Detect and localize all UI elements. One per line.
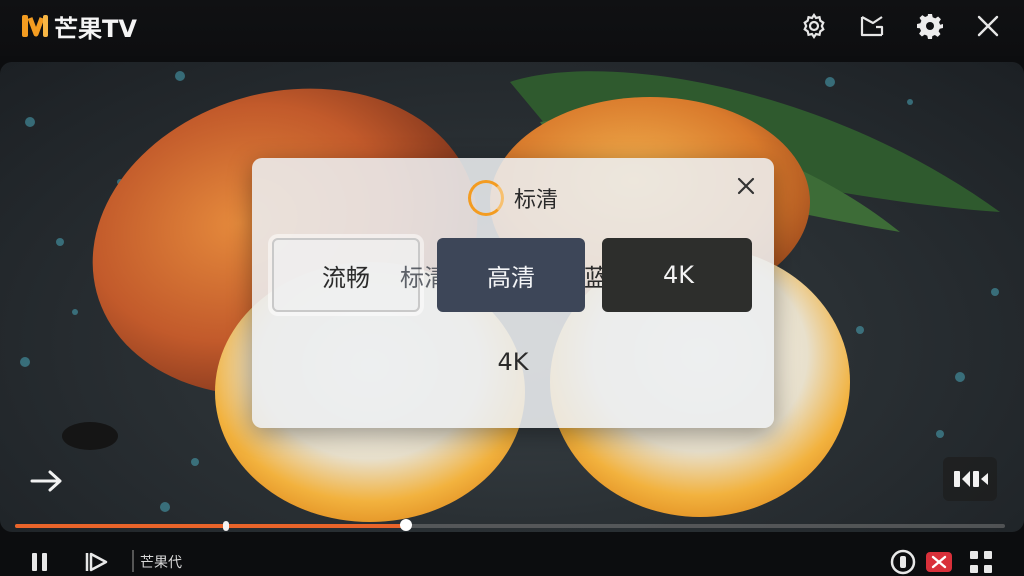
quality-selection-dialog: 标清 流畅 标清 高清 蓝光 4K 4K xyxy=(252,158,774,428)
settings-gear-outline-icon[interactable] xyxy=(796,10,832,42)
top-toolbar xyxy=(796,10,1006,42)
danmaku-off-icon xyxy=(926,552,952,572)
speed-badge-icon[interactable] xyxy=(943,457,997,501)
next-episode-arrow-icon[interactable] xyxy=(28,466,66,496)
mango-logo-icon xyxy=(20,12,50,40)
quality-option-hd[interactable]: 高清 xyxy=(437,238,585,312)
close-icon[interactable] xyxy=(970,10,1006,42)
picture-in-picture-icon[interactable] xyxy=(854,10,890,42)
dialog-close-icon[interactable] xyxy=(732,172,760,200)
bottom-control-bar: 芒果代 xyxy=(0,540,1024,576)
next-button[interactable] xyxy=(84,548,110,576)
loading-spinner-icon xyxy=(467,180,504,216)
bottom-bar-divider xyxy=(132,550,134,572)
danmaku-icon xyxy=(890,549,916,575)
danmaku-off-button[interactable] xyxy=(925,548,953,576)
app-logo: 芒果TV xyxy=(20,10,137,43)
progress-bar-marker xyxy=(222,521,229,531)
app-logo-text: 芒果TV xyxy=(54,14,137,43)
danmaku-toggle-button[interactable] xyxy=(890,548,916,576)
quality-option-4k[interactable]: 4K xyxy=(602,238,752,312)
dialog-title: 标清 xyxy=(513,188,558,213)
settings-gear-icon[interactable] xyxy=(912,10,948,42)
fullscreen-button[interactable] xyxy=(968,548,994,576)
bottom-title-text: 芒果代 xyxy=(140,555,182,571)
top-bar: 芒果TV xyxy=(0,0,1024,56)
progress-bar-fill xyxy=(15,524,407,528)
play-next-icon xyxy=(85,552,108,572)
quality-option-smooth[interactable]: 流畅 xyxy=(272,238,420,312)
pause-button[interactable] xyxy=(28,548,52,576)
quality-options: 流畅 标清 高清 蓝光 4K xyxy=(270,238,752,314)
progress-bar[interactable] xyxy=(15,519,1005,531)
pause-icon xyxy=(32,553,47,571)
fullscreen-icon xyxy=(970,551,992,573)
quality-option-4k-standalone[interactable]: 4K xyxy=(252,348,774,376)
progress-bar-knob[interactable] xyxy=(400,519,413,531)
dialog-header: 标清 xyxy=(252,176,774,220)
app-window: 芒果TV 标清 流畅 标清 高清 4K 4K 芒果代 xyxy=(0,0,1024,576)
bottom-title: 芒果代 xyxy=(140,548,182,576)
